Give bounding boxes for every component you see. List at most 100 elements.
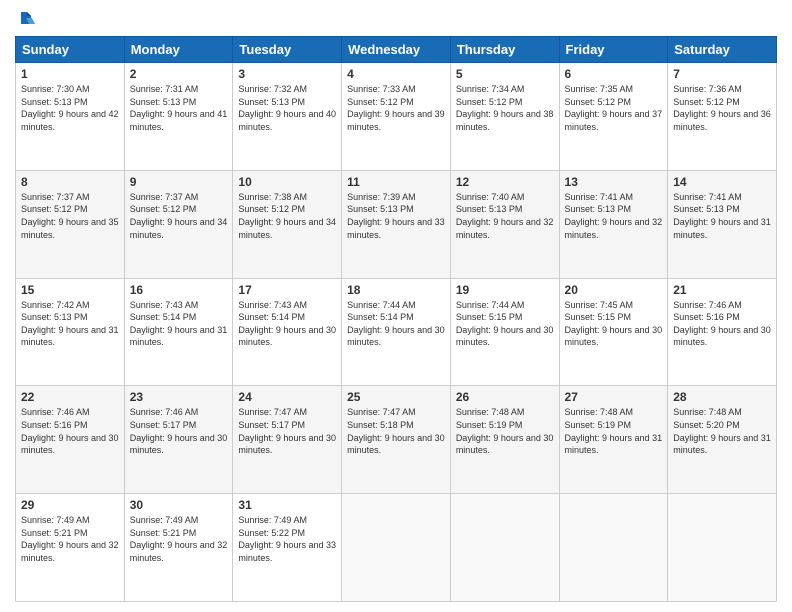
day-info: Sunrise: 7:49 AM Sunset: 5:21 PM Dayligh…: [130, 515, 228, 563]
day-number: 13: [565, 175, 663, 189]
weekday-header-friday: Friday: [559, 37, 668, 63]
calendar-cell: [559, 494, 668, 602]
calendar-cell: 12 Sunrise: 7:40 AM Sunset: 5:13 PM Dayl…: [450, 170, 559, 278]
day-info: Sunrise: 7:36 AM Sunset: 5:12 PM Dayligh…: [673, 84, 771, 132]
day-number: 3: [238, 67, 336, 81]
calendar-cell: 11 Sunrise: 7:39 AM Sunset: 5:13 PM Dayl…: [342, 170, 451, 278]
day-info: Sunrise: 7:37 AM Sunset: 5:12 PM Dayligh…: [21, 192, 119, 240]
weekday-header-wednesday: Wednesday: [342, 37, 451, 63]
day-number: 19: [456, 283, 554, 297]
calendar-cell: 10 Sunrise: 7:38 AM Sunset: 5:12 PM Dayl…: [233, 170, 342, 278]
calendar-cell: [668, 494, 777, 602]
day-number: 6: [565, 67, 663, 81]
calendar-cell: 25 Sunrise: 7:47 AM Sunset: 5:18 PM Dayl…: [342, 386, 451, 494]
day-info: Sunrise: 7:48 AM Sunset: 5:19 PM Dayligh…: [456, 407, 554, 455]
weekday-header-tuesday: Tuesday: [233, 37, 342, 63]
day-number: 10: [238, 175, 336, 189]
day-info: Sunrise: 7:45 AM Sunset: 5:15 PM Dayligh…: [565, 300, 663, 348]
day-number: 5: [456, 67, 554, 81]
calendar-cell: 18 Sunrise: 7:44 AM Sunset: 5:14 PM Dayl…: [342, 278, 451, 386]
weekday-header-monday: Monday: [124, 37, 233, 63]
day-number: 16: [130, 283, 228, 297]
day-info: Sunrise: 7:40 AM Sunset: 5:13 PM Dayligh…: [456, 192, 554, 240]
day-number: 20: [565, 283, 663, 297]
calendar-cell: 2 Sunrise: 7:31 AM Sunset: 5:13 PM Dayli…: [124, 63, 233, 171]
day-info: Sunrise: 7:43 AM Sunset: 5:14 PM Dayligh…: [238, 300, 336, 348]
day-info: Sunrise: 7:48 AM Sunset: 5:20 PM Dayligh…: [673, 407, 771, 455]
weekday-header-thursday: Thursday: [450, 37, 559, 63]
day-info: Sunrise: 7:41 AM Sunset: 5:13 PM Dayligh…: [673, 192, 771, 240]
calendar-cell: 24 Sunrise: 7:47 AM Sunset: 5:17 PM Dayl…: [233, 386, 342, 494]
calendar-cell: 16 Sunrise: 7:43 AM Sunset: 5:14 PM Dayl…: [124, 278, 233, 386]
day-number: 21: [673, 283, 771, 297]
day-number: 25: [347, 390, 445, 404]
header: [15, 10, 777, 28]
calendar-cell: 4 Sunrise: 7:33 AM Sunset: 5:12 PM Dayli…: [342, 63, 451, 171]
day-info: Sunrise: 7:49 AM Sunset: 5:22 PM Dayligh…: [238, 515, 336, 563]
calendar-cell: 28 Sunrise: 7:48 AM Sunset: 5:20 PM Dayl…: [668, 386, 777, 494]
day-info: Sunrise: 7:35 AM Sunset: 5:12 PM Dayligh…: [565, 84, 663, 132]
day-number: 17: [238, 283, 336, 297]
day-info: Sunrise: 7:42 AM Sunset: 5:13 PM Dayligh…: [21, 300, 119, 348]
calendar-cell: 19 Sunrise: 7:44 AM Sunset: 5:15 PM Dayl…: [450, 278, 559, 386]
day-info: Sunrise: 7:44 AM Sunset: 5:14 PM Dayligh…: [347, 300, 445, 348]
day-info: Sunrise: 7:37 AM Sunset: 5:12 PM Dayligh…: [130, 192, 228, 240]
day-number: 29: [21, 498, 119, 512]
day-number: 1: [21, 67, 119, 81]
calendar-cell: 21 Sunrise: 7:46 AM Sunset: 5:16 PM Dayl…: [668, 278, 777, 386]
day-info: Sunrise: 7:44 AM Sunset: 5:15 PM Dayligh…: [456, 300, 554, 348]
weekday-header-saturday: Saturday: [668, 37, 777, 63]
calendar-cell: 1 Sunrise: 7:30 AM Sunset: 5:13 PM Dayli…: [16, 63, 125, 171]
calendar-cell: 13 Sunrise: 7:41 AM Sunset: 5:13 PM Dayl…: [559, 170, 668, 278]
calendar-cell: 26 Sunrise: 7:48 AM Sunset: 5:19 PM Dayl…: [450, 386, 559, 494]
day-number: 11: [347, 175, 445, 189]
day-number: 27: [565, 390, 663, 404]
day-number: 7: [673, 67, 771, 81]
day-info: Sunrise: 7:38 AM Sunset: 5:12 PM Dayligh…: [238, 192, 336, 240]
calendar-cell: 17 Sunrise: 7:43 AM Sunset: 5:14 PM Dayl…: [233, 278, 342, 386]
day-info: Sunrise: 7:46 AM Sunset: 5:16 PM Dayligh…: [673, 300, 771, 348]
day-number: 4: [347, 67, 445, 81]
calendar-cell: 31 Sunrise: 7:49 AM Sunset: 5:22 PM Dayl…: [233, 494, 342, 602]
day-number: 18: [347, 283, 445, 297]
day-number: 22: [21, 390, 119, 404]
day-number: 23: [130, 390, 228, 404]
calendar-cell: 3 Sunrise: 7:32 AM Sunset: 5:13 PM Dayli…: [233, 63, 342, 171]
logo-text: [15, 10, 35, 28]
day-info: Sunrise: 7:41 AM Sunset: 5:13 PM Dayligh…: [565, 192, 663, 240]
calendar-cell: [342, 494, 451, 602]
calendar-cell: 15 Sunrise: 7:42 AM Sunset: 5:13 PM Dayl…: [16, 278, 125, 386]
calendar-cell: 9 Sunrise: 7:37 AM Sunset: 5:12 PM Dayli…: [124, 170, 233, 278]
day-info: Sunrise: 7:47 AM Sunset: 5:17 PM Dayligh…: [238, 407, 336, 455]
day-info: Sunrise: 7:46 AM Sunset: 5:16 PM Dayligh…: [21, 407, 119, 455]
day-info: Sunrise: 7:47 AM Sunset: 5:18 PM Dayligh…: [347, 407, 445, 455]
page: SundayMondayTuesdayWednesdayThursdayFrid…: [0, 0, 792, 612]
day-number: 2: [130, 67, 228, 81]
day-number: 8: [21, 175, 119, 189]
logo-icon: [17, 10, 35, 28]
day-number: 30: [130, 498, 228, 512]
calendar-cell: 5 Sunrise: 7:34 AM Sunset: 5:12 PM Dayli…: [450, 63, 559, 171]
day-number: 12: [456, 175, 554, 189]
calendar-cell: 7 Sunrise: 7:36 AM Sunset: 5:12 PM Dayli…: [668, 63, 777, 171]
day-number: 31: [238, 498, 336, 512]
day-info: Sunrise: 7:34 AM Sunset: 5:12 PM Dayligh…: [456, 84, 554, 132]
day-info: Sunrise: 7:46 AM Sunset: 5:17 PM Dayligh…: [130, 407, 228, 455]
day-number: 26: [456, 390, 554, 404]
day-info: Sunrise: 7:39 AM Sunset: 5:13 PM Dayligh…: [347, 192, 445, 240]
day-number: 14: [673, 175, 771, 189]
weekday-header-sunday: Sunday: [16, 37, 125, 63]
day-info: Sunrise: 7:30 AM Sunset: 5:13 PM Dayligh…: [21, 84, 119, 132]
day-number: 9: [130, 175, 228, 189]
day-number: 28: [673, 390, 771, 404]
calendar-cell: 30 Sunrise: 7:49 AM Sunset: 5:21 PM Dayl…: [124, 494, 233, 602]
calendar-cell: 29 Sunrise: 7:49 AM Sunset: 5:21 PM Dayl…: [16, 494, 125, 602]
day-number: 15: [21, 283, 119, 297]
calendar: SundayMondayTuesdayWednesdayThursdayFrid…: [15, 36, 777, 602]
calendar-cell: 23 Sunrise: 7:46 AM Sunset: 5:17 PM Dayl…: [124, 386, 233, 494]
day-info: Sunrise: 7:32 AM Sunset: 5:13 PM Dayligh…: [238, 84, 336, 132]
day-info: Sunrise: 7:43 AM Sunset: 5:14 PM Dayligh…: [130, 300, 228, 348]
day-info: Sunrise: 7:31 AM Sunset: 5:13 PM Dayligh…: [130, 84, 228, 132]
calendar-cell: [450, 494, 559, 602]
logo: [15, 10, 35, 28]
